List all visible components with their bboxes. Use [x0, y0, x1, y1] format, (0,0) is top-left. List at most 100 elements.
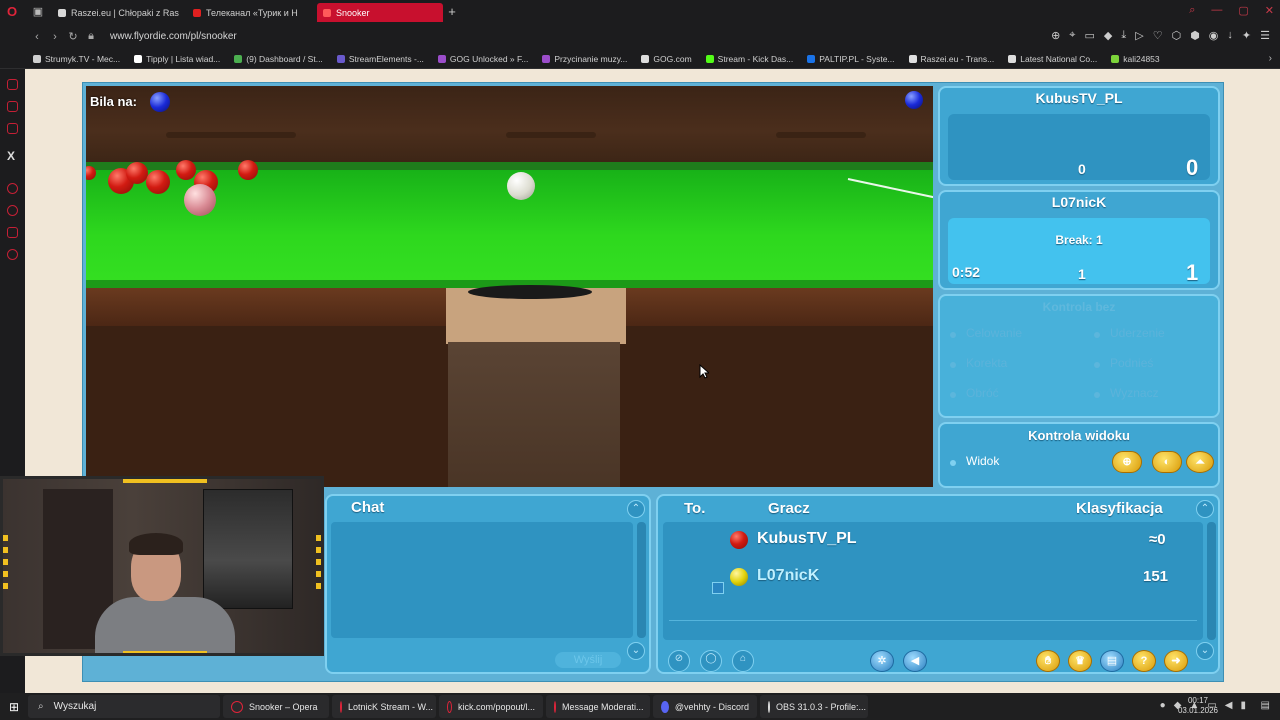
sound-button[interactable]: ◀	[903, 650, 927, 672]
sidebar-settings-icon[interactable]	[7, 249, 18, 260]
bookmark-item[interactable]: Tipply | Lista wiad...	[134, 54, 220, 64]
close-icon[interactable]: ✕	[1265, 4, 1274, 17]
minimize-icon[interactable]: —	[1211, 4, 1222, 17]
player1-panel: KubusTV_PL 0 0	[938, 86, 1220, 186]
players-scroll-up-icon[interactable]: ⌃	[1196, 500, 1214, 518]
radio-obroc[interactable]	[950, 392, 956, 398]
windows-start-icon[interactable]: ⊞	[0, 700, 28, 714]
tab-snooker[interactable]: Snooker	[317, 3, 443, 22]
taskbar-app[interactable]: Message Moderati...	[546, 695, 650, 718]
opera-logo-icon[interactable]: O	[0, 0, 24, 23]
webcam-frame	[3, 535, 8, 595]
sidebar-x-icon[interactable]: X	[7, 149, 15, 163]
sidebar-extensions-icon[interactable]	[7, 227, 18, 238]
settings-disabled-icon[interactable]: ⊘	[668, 650, 690, 672]
taskbar-clock[interactable]: 00:17 03.01.2026	[1178, 696, 1218, 716]
pin-icon[interactable]: ⌖	[1069, 29, 1075, 42]
shield-icon[interactable]: ◆	[1104, 29, 1112, 42]
snooker-table-view[interactable]	[86, 86, 933, 487]
players-scrollbar[interactable]	[1207, 522, 1216, 640]
view-rotate-button[interactable]: ◐	[1152, 451, 1182, 473]
exit-button[interactable]: ➜	[1164, 650, 1188, 672]
radio-celowanie[interactable]	[950, 332, 956, 338]
bookmark-item[interactable]: Latest National Co...	[1008, 54, 1097, 64]
trophy-button[interactable]: ♛	[1068, 650, 1092, 672]
tab-raszei[interactable]: Raszei.eu | Chłopaki z Ras	[52, 3, 187, 22]
bookmark-item[interactable]: Raszei.eu - Trans...	[908, 54, 994, 64]
tab-telekanal[interactable]: Телеканал «Турик и Н	[187, 3, 317, 22]
downloads-icon[interactable]: ↓	[1227, 29, 1233, 42]
bookmark-item[interactable]: Strumyk.TV - Mec...	[33, 54, 120, 64]
heart-icon[interactable]: ♡	[1153, 29, 1163, 42]
chat-send-button[interactable]: Wyślij	[555, 652, 621, 668]
taskbar-app[interactable]: OBS 31.0.3 - Profile:...	[760, 695, 868, 718]
user-icon[interactable]: ◯	[700, 650, 722, 672]
players-scroll-down-icon[interactable]: ⌄	[1196, 642, 1214, 660]
chat-scroll-down-icon[interactable]: ⌄	[627, 642, 645, 660]
lock-table-icon[interactable]: ⌂	[732, 650, 754, 672]
ai-icon[interactable]: ✦	[1242, 29, 1251, 42]
back-icon[interactable]: ‹	[28, 31, 46, 43]
bookmark-item[interactable]: (9) Dashboard / St...	[234, 54, 323, 64]
taskbar-app[interactable]: @vehhty - Discord	[653, 695, 757, 718]
radio-widok[interactable]	[950, 460, 956, 466]
player2-panel: L07nicK Break: 1 0:52 1 1	[938, 190, 1220, 290]
tab-menu-icon[interactable]: ▣	[24, 5, 52, 18]
chat-scrollbar[interactable]	[637, 522, 646, 638]
hand-up-button[interactable]: ✋︎	[1036, 650, 1060, 672]
sidebar-history-icon[interactable]	[7, 205, 18, 216]
taskbar-app[interactable]: LotnicK Stream - W...	[332, 695, 436, 718]
taskbar-app[interactable]: kick.com/popout/l...	[439, 695, 543, 718]
red-ball	[146, 170, 170, 194]
notification-icon[interactable]: ▤	[1261, 700, 1270, 711]
taskbar-app[interactable]: Snooker – Opera	[223, 695, 329, 718]
taskbar-search[interactable]: ⌕ Wyszukaj	[28, 695, 220, 718]
search-tabs-icon[interactable]: ⌕	[1189, 4, 1195, 17]
bookmark-item[interactable]: Stream - Kick Das...	[705, 54, 793, 64]
bookmark-item[interactable]: PALTIP.PL - Syste...	[807, 54, 895, 64]
help-button[interactable]: ?	[1132, 650, 1156, 672]
view-zoom-button[interactable]: ⊕	[1112, 451, 1142, 473]
view-top-button[interactable]: ⏶	[1186, 451, 1214, 473]
chat-messages[interactable]	[331, 522, 633, 638]
bookmark-label: kali24853	[1123, 54, 1160, 64]
bookmark-item[interactable]: GOG Unlocked » F...	[437, 54, 528, 64]
sidebar-messenger-icon[interactable]	[7, 123, 18, 134]
ball-on-indicator	[150, 92, 170, 112]
sidebar-player-icon[interactable]	[7, 183, 18, 194]
download-icon[interactable]: ⤓	[1121, 29, 1126, 42]
bookmarks-more-icon[interactable]: ›	[1269, 53, 1272, 64]
bookmark-item[interactable]: Przycinanie muzy...	[542, 54, 627, 64]
tables-button[interactable]: ▤	[1100, 650, 1124, 672]
radio-wyznacz[interactable]	[1094, 392, 1100, 398]
maximize-icon[interactable]: ▢	[1238, 4, 1248, 17]
extensions-icon[interactable]: ⬡	[1172, 29, 1182, 42]
forward-icon[interactable]: ›	[46, 31, 64, 43]
bookmark-favicon-icon	[807, 55, 816, 63]
radio-uderzenie[interactable]	[1094, 332, 1100, 338]
radio-podnies[interactable]	[1094, 362, 1100, 368]
new-tab-icon[interactable]: +	[443, 4, 461, 19]
obs-icon	[768, 700, 770, 713]
bookmark-item[interactable]: GOG.com	[641, 54, 692, 64]
account-icon[interactable]: ◉	[1209, 29, 1219, 42]
play-icon[interactable]: ▷	[1135, 29, 1143, 42]
wallet-icon[interactable]: ⬢	[1190, 29, 1200, 42]
url-field[interactable]: www.flyordie.com/pl/snooker	[110, 31, 237, 42]
reload-icon[interactable]: ↻	[64, 30, 82, 43]
menu-icon[interactable]: ☰	[1260, 29, 1270, 42]
chat-scroll-up-icon[interactable]: ⌃	[627, 500, 645, 518]
tray-app-icon[interactable]: ●	[1160, 700, 1166, 711]
sidebar-workspace-icon[interactable]	[7, 101, 18, 112]
snapshot-icon[interactable]: ▭	[1084, 29, 1094, 42]
sidebar-aria-icon[interactable]	[7, 79, 18, 90]
bookmark-label: Strumyk.TV - Mec...	[45, 54, 121, 64]
bookmark-item[interactable]: kali24853	[1111, 54, 1160, 64]
zoom-icon[interactable]: ⊕	[1051, 29, 1060, 42]
bookmark-item[interactable]: StreamElements -...	[336, 54, 424, 64]
radio-korekta[interactable]	[950, 362, 956, 368]
options-button[interactable]: ✲	[870, 650, 894, 672]
bookmark-favicon-icon	[336, 55, 345, 63]
volume-icon[interactable]: ◀	[1225, 700, 1233, 711]
mic-icon[interactable]: ▮	[1240, 700, 1246, 711]
